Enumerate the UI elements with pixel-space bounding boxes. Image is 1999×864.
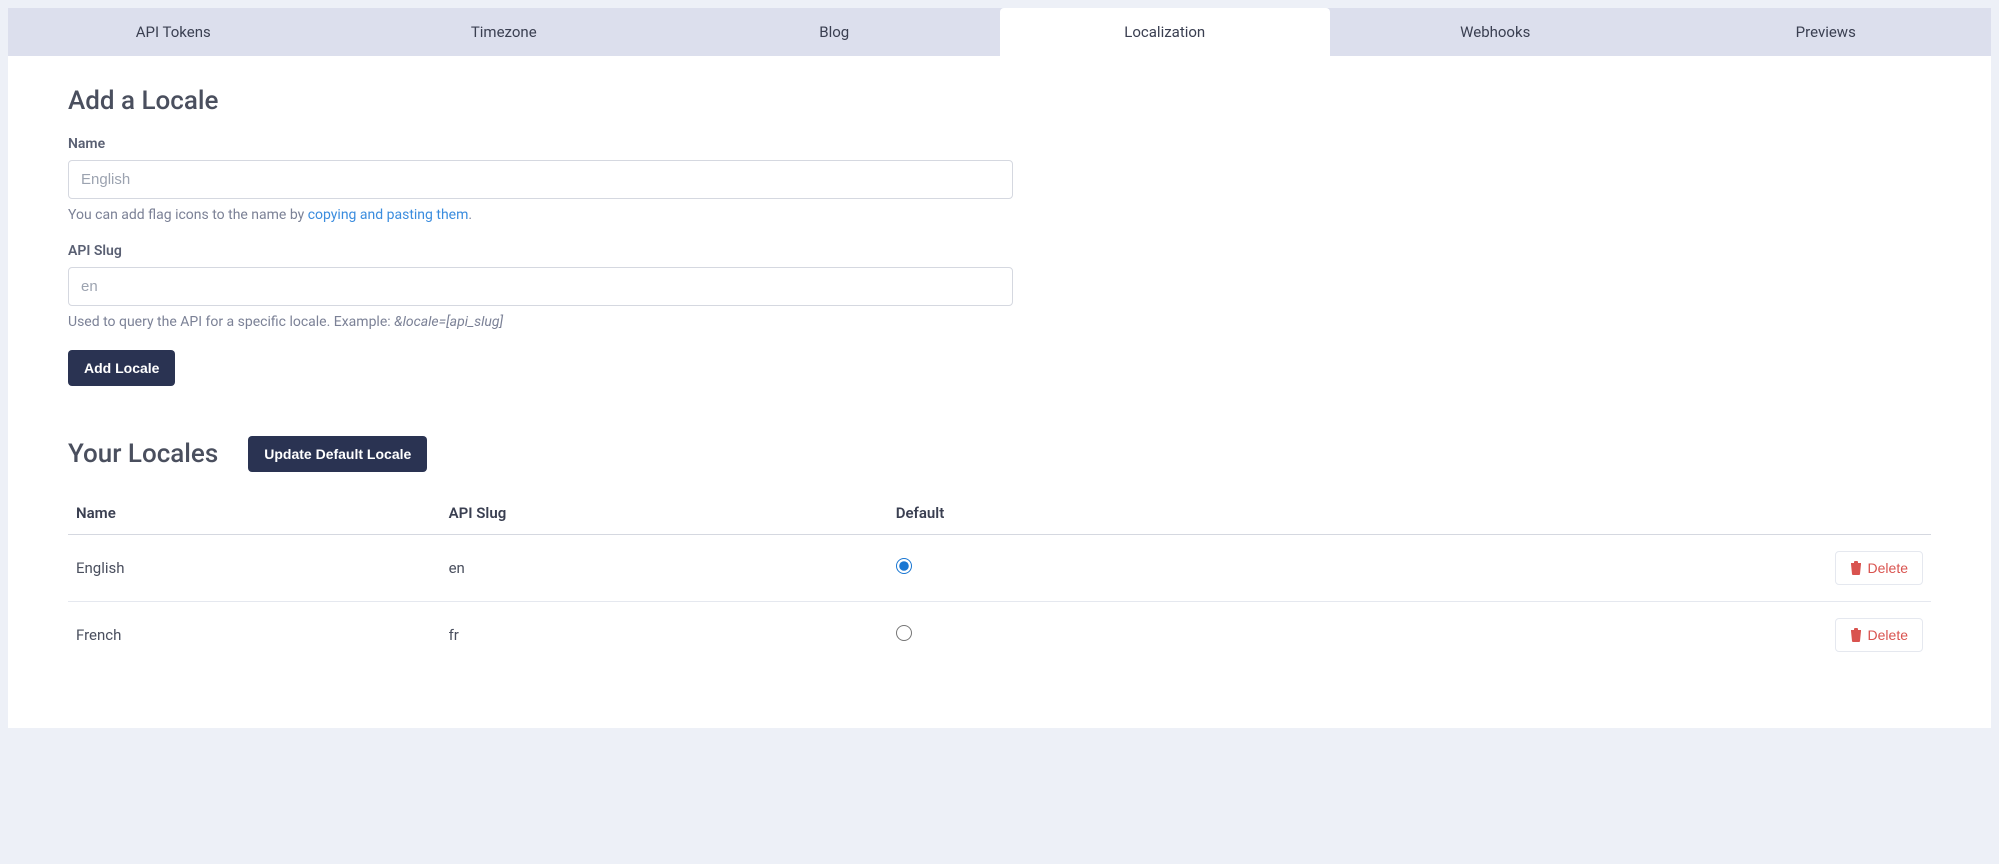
locale-name: English (68, 535, 441, 602)
tab-blog[interactable]: Blog (669, 8, 1000, 56)
name-form-group: Name You can add flag icons to the name … (68, 136, 1931, 223)
column-header-actions (1745, 492, 1931, 535)
trash-icon (1850, 628, 1862, 642)
default-locale-radio[interactable] (896, 625, 912, 641)
name-hint: You can add flag icons to the name by co… (68, 207, 1931, 223)
name-label: Name (68, 136, 1931, 152)
tab-previews[interactable]: Previews (1661, 8, 1992, 56)
your-locales-header: Your Locales Update Default Locale (68, 436, 1931, 472)
locale-slug: fr (441, 602, 888, 669)
delete-locale-button[interactable]: Delete (1835, 551, 1923, 585)
column-header-default: Default (888, 492, 1745, 535)
tab-webhooks[interactable]: Webhooks (1330, 8, 1661, 56)
flag-icons-link[interactable]: copying and pasting them (308, 207, 469, 223)
table-row: French fr Delete (68, 602, 1931, 669)
locale-slug: en (441, 535, 888, 602)
add-locale-button[interactable]: Add Locale (68, 350, 175, 386)
locale-default-cell (888, 535, 1745, 602)
add-locale-title: Add a Locale (68, 86, 1931, 116)
content-panel: Add a Locale Name You can add flag icons… (8, 56, 1991, 728)
locale-default-cell (888, 602, 1745, 669)
slug-form-group: API Slug Used to query the API for a spe… (68, 243, 1931, 330)
locale-name: French (68, 602, 441, 669)
slug-input[interactable] (68, 267, 1013, 306)
default-locale-radio[interactable] (896, 558, 912, 574)
tab-timezone[interactable]: Timezone (339, 8, 670, 56)
column-header-name: Name (68, 492, 441, 535)
delete-locale-button[interactable]: Delete (1835, 618, 1923, 652)
tab-api-tokens[interactable]: API Tokens (8, 8, 339, 56)
tab-localization[interactable]: Localization (1000, 8, 1331, 56)
column-header-slug: API Slug (441, 492, 888, 535)
tabs-navigation: API Tokens Timezone Blog Localization We… (8, 8, 1991, 56)
trash-icon (1850, 561, 1862, 575)
table-row: English en Delete (68, 535, 1931, 602)
your-locales-title: Your Locales (68, 439, 218, 469)
name-input[interactable] (68, 160, 1013, 199)
slug-hint: Used to query the API for a specific loc… (68, 314, 1931, 330)
slug-label: API Slug (68, 243, 1931, 259)
locales-table: Name API Slug Default English en (68, 492, 1931, 668)
update-default-locale-button[interactable]: Update Default Locale (248, 436, 427, 472)
